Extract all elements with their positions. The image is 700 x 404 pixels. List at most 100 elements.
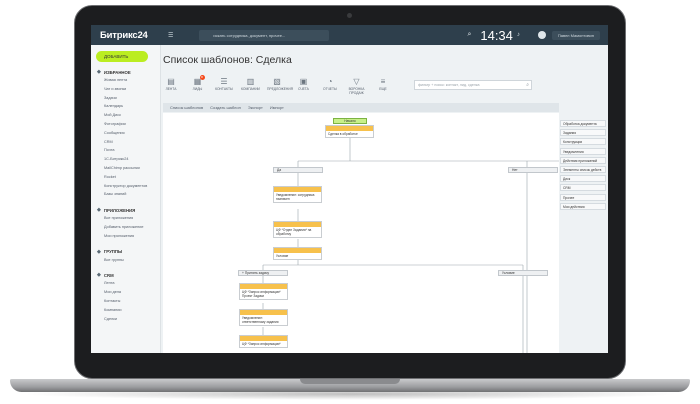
- clock: 14:34: [480, 27, 513, 43]
- activity-group[interactable]: Обработка документа: [560, 120, 606, 127]
- sidebar-section-label: ГРУППЫ: [103, 249, 123, 255]
- page-title: Список шаблонов: Сделка: [163, 54, 292, 66]
- star-icon: ◆: [97, 69, 101, 75]
- toolbar-icon: ☰: [220, 77, 228, 86]
- activity-group[interactable]: Диск: [560, 175, 606, 183]
- add-button[interactable]: ДОБАВИТЬ: [96, 51, 148, 62]
- sidebar-item[interactable]: Контакты: [104, 299, 120, 303]
- activity-group[interactable]: Элементы список действ: [560, 166, 606, 173]
- camera-icon: [347, 13, 352, 18]
- block-text: Условие: [276, 254, 289, 258]
- toolbar-label: ПРЕДЛОЖЕНИЯ: [267, 87, 294, 91]
- toolbar-item[interactable]: ☰ КОНТАКТЫ: [214, 77, 234, 91]
- branch-label[interactable]: Условие: [498, 270, 548, 276]
- bell-icon[interactable]: ♪: [517, 32, 520, 38]
- sidebar-item[interactable]: CRM: [104, 140, 113, 144]
- sidebar-section-label: ПРИЛОЖЕНИЯ: [103, 207, 136, 213]
- filter-input[interactable]: фильтр + поиск: контакт, лид, сделка ⌕: [414, 80, 532, 90]
- user-menu[interactable]: Павел Мамонтовин: [551, 30, 600, 40]
- user-icon[interactable]: [537, 31, 546, 39]
- tab-template-list[interactable]: Список шаблонов: [170, 105, 203, 110]
- tab-export[interactable]: Экспорт: [248, 105, 263, 110]
- branch-label[interactable]: + Принять задачу: [238, 270, 288, 276]
- workflow-canvas[interactable]: Начало Сделка в обработке Да Нет Уведомл…: [163, 113, 559, 353]
- sidebar-section[interactable]: ◆ CRM: [97, 272, 114, 278]
- search-icon[interactable]: ⌕: [526, 82, 529, 88]
- connector-lines: [262, 135, 559, 353]
- toolbar-item[interactable]: ▽ ВОРОНКА ПРОДАЖ: [347, 77, 367, 95]
- workflow-block[interactable]: Уведомление: сотрудника назначен: [273, 186, 322, 203]
- menu-icon[interactable]: ☰: [168, 32, 173, 39]
- sidebar-item[interactable]: Добавить приложение: [104, 225, 143, 229]
- tab-import[interactable]: Импорт: [270, 105, 284, 110]
- activity-group[interactable]: Действия приложений: [560, 156, 606, 164]
- toolbar-label: КОМПАНИИ: [241, 87, 260, 91]
- sidebar-item[interactable]: Мои дела: [104, 290, 121, 294]
- toolbar-label: СЧЕТА: [298, 87, 309, 91]
- toolbar-item[interactable]: ▦ ЛИДЫ 8: [188, 75, 208, 91]
- activity-group[interactable]: Мои действия: [560, 202, 606, 210]
- sidebar-item[interactable]: Сделки: [104, 317, 117, 321]
- toolbar-item[interactable]: ≡ ЕЩЕ: [373, 77, 393, 91]
- notification-badge: 8: [199, 75, 205, 80]
- sidebar-item[interactable]: Компании: [104, 308, 121, 312]
- sidebar: ДОБАВИТЬ ◆ ИЗБРАННОЕ Живая лента Чат и звон…: [91, 45, 161, 353]
- toolbar-item[interactable]: ▤ ЛЕНТА: [161, 77, 181, 91]
- workflow-block[interactable]: Уведомление: ответственному задания: [239, 309, 288, 326]
- sidebar-item[interactable]: Задачи: [104, 96, 117, 100]
- sidebar-item[interactable]: Почта: [104, 148, 115, 152]
- sidebar-section[interactable]: ◆ ИЗБРАННОЕ: [97, 69, 131, 75]
- sidebar-item[interactable]: Живая лента: [104, 78, 127, 82]
- sidebar-section[interactable]: ◆ ПРИЛОЖЕНИЯ: [97, 207, 135, 213]
- sidebar-item[interactable]: Все группы: [104, 258, 124, 262]
- sidebar-item[interactable]: Лента: [104, 281, 115, 285]
- sidebar-item[interactable]: Rocket: [104, 175, 116, 179]
- toolbar-item[interactable]: ▣ СЧЕТА: [294, 77, 314, 91]
- branch-label[interactable]: Да: [273, 167, 323, 173]
- activity-group[interactable]: Конструкции: [560, 138, 606, 146]
- top-bar: Битрикс24 ☰ искать сотрудника, документ,…: [91, 25, 608, 45]
- search-icon[interactable]: ⌕: [467, 31, 471, 39]
- add-button-label: ДОБАВИТЬ: [104, 54, 129, 59]
- sidebar-section[interactable]: ◆ ГРУППЫ: [97, 249, 122, 255]
- sidebar-item[interactable]: 1С-Битрикс24: [104, 157, 129, 161]
- activity-group[interactable]: Задания: [560, 129, 606, 137]
- workflow-block[interactable]: ЦФ *Отдел Задания* на обработку: [273, 221, 322, 238]
- toolbar-icon: ▣: [299, 77, 308, 86]
- start-node[interactable]: Начало: [333, 118, 367, 124]
- block-text: Сделка в обработке: [328, 132, 358, 136]
- toolbar-icon: ≡: [380, 77, 386, 86]
- search-input[interactable]: искать сотрудника, документ, прочее...: [199, 29, 330, 41]
- toolbar-label: ЛИДЫ: [192, 87, 203, 91]
- sidebar-item[interactable]: Конструктор документов: [104, 184, 147, 188]
- tab-create-template[interactable]: Создать шаблон: [210, 105, 241, 110]
- toolbar-label: ВОРОНКА ПРОДАЖ: [348, 87, 365, 95]
- workflow-block[interactable]: Условие: [273, 247, 322, 260]
- activity-group[interactable]: CRM: [560, 184, 606, 192]
- toolbar-item[interactable]: ▧ ПРЕДЛОЖЕНИЯ: [267, 77, 294, 91]
- sidebar-item[interactable]: Все приложения: [104, 216, 133, 220]
- sidebar-item[interactable]: Фотографии: [104, 122, 126, 126]
- sidebar-item[interactable]: Мои приложения: [104, 234, 134, 238]
- sidebar-item[interactable]: MailChimp рассылки: [104, 166, 140, 170]
- workflow-block[interactable]: ЦФ *Запрос информации* Проект Задачи: [239, 283, 288, 300]
- toolbar-item[interactable]: ◔ ОТЧЕТЫ: [320, 77, 340, 91]
- sidebar-item[interactable]: Сообщения: [104, 131, 125, 135]
- sidebar-item[interactable]: Базы знаний: [104, 192, 126, 196]
- sidebar-item[interactable]: Календарь: [104, 104, 123, 108]
- app-logo[interactable]: Битрикс24: [100, 30, 158, 41]
- sidebar-item[interactable]: Чат и звонки: [104, 87, 126, 91]
- branch-label[interactable]: Нет: [508, 167, 558, 173]
- workflow-block[interactable]: ЦФ *Запрос информации*: [239, 335, 288, 348]
- block-text: Уведомление: ответственному задания: [242, 316, 279, 324]
- toolbar-icon: ▽: [353, 77, 360, 86]
- activity-group[interactable]: Прочее: [560, 193, 606, 201]
- activity-group[interactable]: Уведомления: [560, 147, 606, 155]
- sidebar-section-label: ИЗБРАННОЕ: [103, 69, 131, 75]
- sidebar-item[interactable]: Мой Диск: [104, 113, 121, 117]
- sidebar-section-label: CRM: [103, 272, 114, 278]
- app-screen: Битрикс24 ☰ искать сотрудника, документ,…: [91, 25, 608, 353]
- toolbar-item[interactable]: ▥ КОМПАНИИ: [241, 77, 261, 91]
- workflow-block[interactable]: Сделка в обработке: [325, 125, 374, 138]
- toolbar-label: ЕЩЕ: [379, 87, 387, 91]
